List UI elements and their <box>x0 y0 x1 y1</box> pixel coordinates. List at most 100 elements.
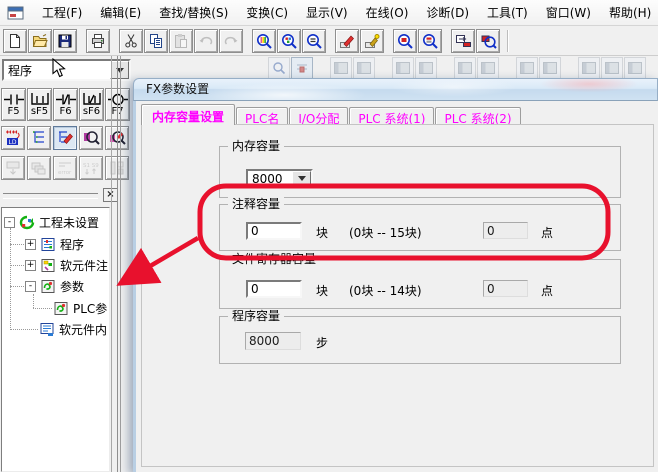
find-device-button[interactable] <box>252 29 276 53</box>
fkey-label: sF5 <box>31 107 48 117</box>
program-capacity-group: 程序容量 8000 步 <box>219 316 621 364</box>
program-monitor-button[interactable] <box>476 29 500 53</box>
redo-icon <box>223 33 239 49</box>
closed-contact-icon <box>56 93 76 106</box>
program-steps-display: 8000 <box>245 332 301 350</box>
toolbar2-button[interactable] <box>330 57 352 79</box>
ladder-edit-mode-button[interactable] <box>53 126 77 150</box>
menu-convert[interactable]: 变换(C) <box>237 1 297 24</box>
application-window: 工程(F) 编辑(E) 查找/替换(S) 变换(C) 显示(V) 在线(O) 诊… <box>0 0 658 472</box>
undo-button <box>194 29 218 53</box>
menu-window[interactable]: 窗口(W) <box>537 1 600 24</box>
instruction-list-mode-button[interactable] <box>27 126 51 150</box>
memory-capacity-value: 8000 <box>248 172 292 186</box>
find-instruction-button[interactable] <box>302 29 326 53</box>
combo-dropdown-button[interactable] <box>292 171 311 186</box>
app-window-icon[interactable] <box>7 6 25 20</box>
copy-button[interactable] <box>144 29 168 53</box>
tab-plc-system-1[interactable]: PLC 系统(1) <box>349 107 434 125</box>
edit-target-combo-value: 程序 <box>4 62 110 79</box>
dock-panel-grip[interactable] <box>3 193 98 199</box>
menu-online[interactable]: 在线(O) <box>357 1 418 24</box>
print-button[interactable] <box>86 29 110 53</box>
monitor-zoom-icon <box>272 61 286 75</box>
step-run-icon: S1 S9 <box>82 159 100 177</box>
ladder-write-button[interactable] <box>335 29 359 53</box>
parallel-closed-contact-sf6-button[interactable]: sF6 <box>79 88 104 121</box>
tab-plc-name[interactable]: PLC名 <box>236 107 288 125</box>
toolbar2-button[interactable] <box>516 57 538 79</box>
open-project-button[interactable] <box>28 29 52 53</box>
tree-item-plc-parameter[interactable]: PLC参 <box>2 298 110 318</box>
closed-contact-f6-button[interactable]: F6 <box>53 88 78 121</box>
tab-plc-system-2[interactable]: PLC 系统(2) <box>435 107 520 125</box>
toolbar2-button[interactable] <box>291 57 313 79</box>
menu-help[interactable]: 帮助(H) <box>600 1 658 24</box>
tree-item-program[interactable]: + 程序 <box>2 234 110 254</box>
tree-item-project-root[interactable]: - 工程未设置 <box>2 212 110 232</box>
group-title: 程序容量 <box>228 309 284 323</box>
toolbar2-button[interactable] <box>415 57 437 79</box>
device-memory-icon <box>39 322 55 337</box>
menu-view[interactable]: 显示(V) <box>297 1 357 24</box>
zoom-test-button[interactable] <box>418 29 442 53</box>
open-contact-f5-button[interactable]: F5 <box>1 88 26 121</box>
toolbar2-button[interactable] <box>578 57 600 79</box>
toolbar2-button[interactable] <box>539 57 561 79</box>
toolbar2-button[interactable] <box>353 57 375 79</box>
toolbar-separator <box>507 30 508 52</box>
ladder-insert-button[interactable] <box>360 29 384 53</box>
cascade-blocks-icon <box>30 159 48 177</box>
toolbar2-button[interactable] <box>268 57 290 79</box>
comment-points-display: 0 <box>483 222 528 239</box>
tree-item-device-memory[interactable]: 软元件内 <box>2 319 110 339</box>
menu-project[interactable]: 工程(F) <box>33 1 91 24</box>
new-document-button[interactable] <box>3 29 27 53</box>
group-title: 内存容量 <box>228 139 284 153</box>
tree-item-label: 工程未设置 <box>39 214 99 231</box>
tree-item-device-comment[interactable]: + 软元件注 <box>2 255 110 275</box>
expand-expander[interactable]: + <box>25 239 36 250</box>
monitor-find-button[interactable] <box>79 126 103 150</box>
toolbar2-button[interactable] <box>392 57 414 79</box>
step-run-button: S1 S9 <box>79 156 103 180</box>
toolbar2-button[interactable] <box>477 57 499 79</box>
ladder-mode-button[interactable]: LD <box>1 126 25 150</box>
save-project-button[interactable] <box>53 29 77 53</box>
comment-blocks-input[interactable] <box>246 222 302 240</box>
find-results-button[interactable] <box>277 29 301 53</box>
menu-edit[interactable]: 编辑(E) <box>91 1 150 24</box>
expand-expander[interactable]: + <box>25 260 36 271</box>
tree-item-parameter[interactable]: - 参数 <box>2 276 110 296</box>
zoom-monitor-button[interactable] <box>393 29 417 53</box>
error-check-icon: error <box>56 159 74 177</box>
screen-transfer-button <box>1 156 25 180</box>
menu-find-replace[interactable]: 查找/替换(S) <box>150 1 237 24</box>
collapse-expander[interactable]: - <box>4 217 15 228</box>
svg-text:S1 S9: S1 S9 <box>83 163 99 169</box>
cut-button[interactable] <box>119 29 143 53</box>
toolbar2-button[interactable] <box>454 57 476 79</box>
error-check-button: error <box>53 156 77 180</box>
transfer-setup-button[interactable] <box>451 29 475 53</box>
panel-splitter[interactable] <box>111 56 112 472</box>
monitor-find-icon <box>82 129 100 147</box>
tab-io-assignment[interactable]: I/O分配 <box>289 107 348 125</box>
group-title: 注释容量 <box>228 197 284 211</box>
dialog-titlebar[interactable]: FX参数设置 <box>133 78 658 101</box>
menu-diagnostics[interactable]: 诊断(D) <box>417 1 478 24</box>
file-register-blocks-input[interactable] <box>246 280 302 298</box>
ladder-mode-icon: LD <box>4 129 22 147</box>
comment-capacity-group: 注释容量 块 (0块 -- 15块) 0 点 <box>219 204 621 251</box>
memory-capacity-combo[interactable]: 8000 <box>246 169 313 188</box>
menu-tools[interactable]: 工具(T) <box>478 1 537 24</box>
dialog-title: FX参数设置 <box>146 82 209 96</box>
paste-icon <box>173 33 189 49</box>
zoom-monitor-icon <box>397 33 414 50</box>
tree-item-label: 软元件注 <box>60 257 108 274</box>
collapse-expander[interactable]: - <box>25 281 36 292</box>
parallel-open-contact-sf5-button[interactable]: sF5 <box>27 88 52 121</box>
toolbar2-button[interactable] <box>601 57 623 79</box>
toolbar2-button[interactable] <box>624 57 646 79</box>
tab-memory-capacity[interactable]: 内存容量设置 <box>141 104 235 125</box>
